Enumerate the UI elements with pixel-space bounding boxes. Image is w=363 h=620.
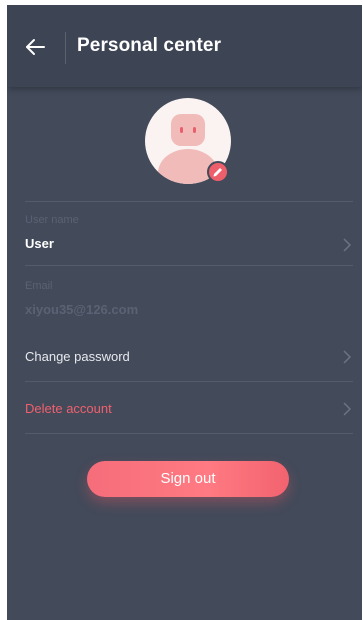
email-label: Email	[25, 280, 53, 292]
top-bar: Personal center	[7, 5, 362, 87]
chevron-right-icon	[343, 238, 352, 252]
sign-out-button[interactable]: Sign out	[87, 461, 289, 497]
separator-line	[25, 265, 353, 266]
pencil-icon	[213, 168, 222, 177]
header-divider	[65, 32, 66, 64]
separator-line	[25, 201, 353, 202]
change-password-label: Change password	[25, 349, 130, 364]
separator-line	[25, 433, 353, 434]
user-name-value: User	[25, 236, 54, 251]
edit-avatar-button[interactable]	[207, 161, 229, 183]
chevron-right-icon	[343, 350, 352, 364]
change-password-row[interactable]: Change password	[25, 341, 353, 371]
screen: Personal center User name User Email xiy…	[7, 5, 362, 620]
email-row: Email xiyou35@126.com	[25, 277, 353, 325]
arrow-left-icon	[26, 39, 45, 55]
separator-line	[25, 381, 353, 382]
chevron-right-icon	[343, 402, 352, 416]
delete-account-label: Delete account	[25, 401, 112, 416]
email-value: xiyou35@126.com	[25, 302, 139, 317]
delete-account-row[interactable]: Delete account	[25, 393, 353, 423]
back-button[interactable]	[21, 33, 51, 61]
user-name-row[interactable]: User name User	[25, 211, 353, 265]
user-name-label: User name	[25, 214, 79, 226]
page-title: Personal center	[77, 35, 222, 56]
